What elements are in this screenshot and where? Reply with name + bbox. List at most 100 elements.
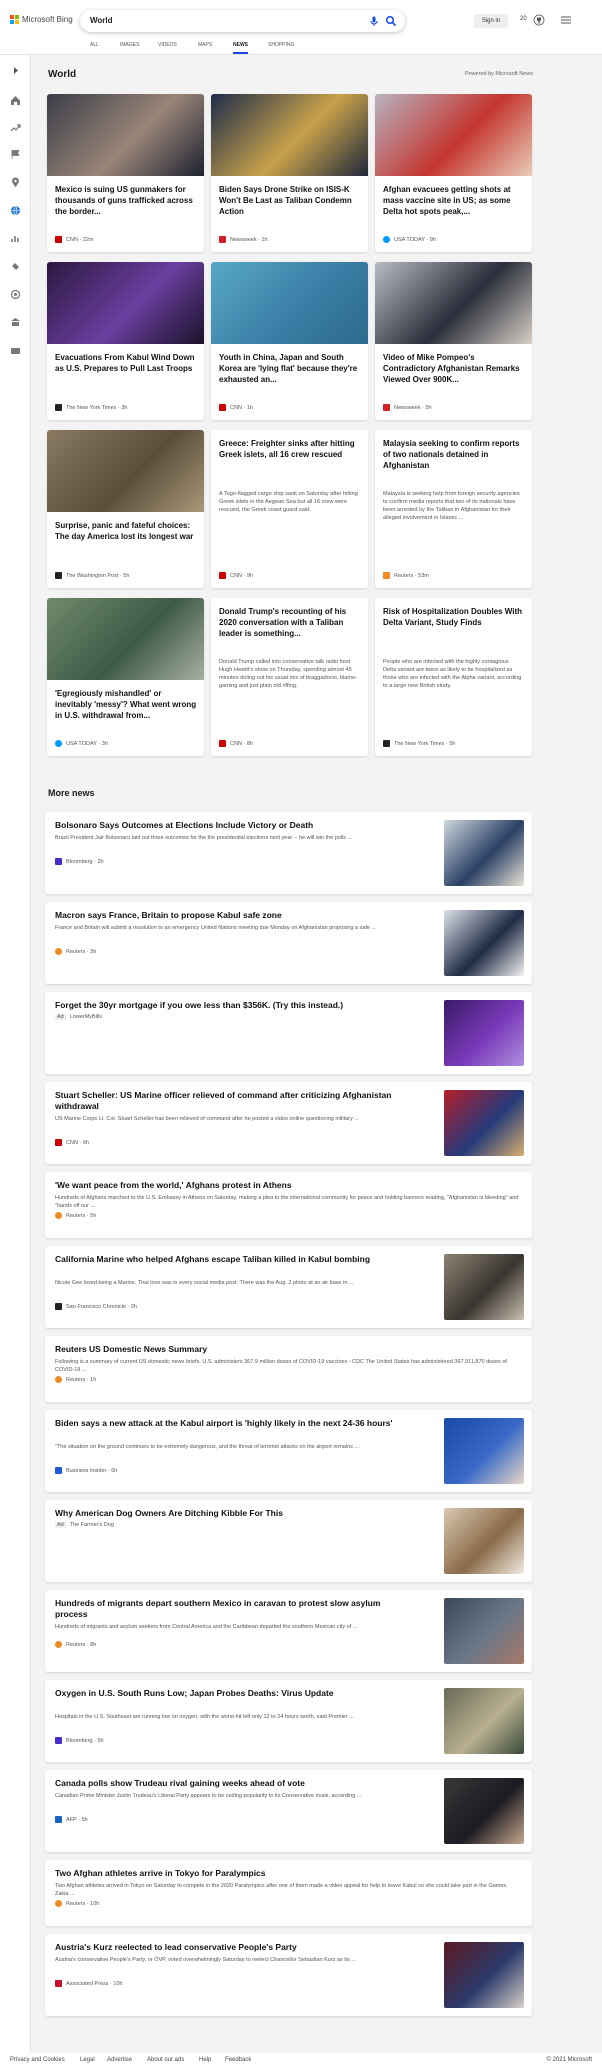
news-row[interactable]: Bolsonaro Says Outcomes at Elections Inc… — [45, 812, 532, 894]
row-thumbnail[interactable] — [444, 1418, 524, 1484]
news-row[interactable]: Austria's Kurz reelected to lead conserv… — [45, 1934, 532, 2016]
card-source[interactable]: USA TODAY · 9h — [383, 236, 436, 243]
news-card[interactable]: 'Egregiously mishandled' or inevitably '… — [47, 598, 204, 756]
footer-link[interactable]: About our ads — [147, 2057, 184, 2063]
news-card[interactable]: Video of Mike Pompeo's Contradictory Afg… — [375, 262, 532, 420]
card-source[interactable]: Reuters · 53m — [383, 572, 429, 579]
expand-icon[interactable] — [10, 65, 21, 76]
flag-icon[interactable] — [10, 149, 21, 160]
row-source[interactable]: Reuters · 8h — [55, 1641, 96, 1648]
location-icon[interactable] — [10, 177, 21, 188]
search-icon[interactable] — [385, 15, 397, 27]
rewards-points[interactable]: 20 — [520, 16, 527, 22]
footer-link[interactable]: Privacy and Cookies — [10, 2057, 65, 2063]
card-source[interactable]: USA TODAY · 3h — [55, 740, 108, 747]
row-thumbnail[interactable] — [444, 1942, 524, 2008]
card-image[interactable] — [211, 262, 368, 344]
row-thumbnail[interactable] — [444, 1090, 524, 1156]
footer-link[interactable]: Help — [199, 2057, 211, 2063]
news-row[interactable]: Macron says France, Britain to propose K… — [45, 902, 532, 984]
news-row[interactable]: Stuart Scheller: US Marine officer relie… — [45, 1082, 532, 1164]
news-row[interactable]: Canada polls show Trudeau rival gaining … — [45, 1770, 532, 1852]
search-input[interactable]: World — [90, 16, 113, 25]
footer-link[interactable]: Advertise — [107, 2057, 132, 2063]
row-source[interactable]: Bloomberg · 5h — [55, 1737, 104, 1744]
row-title[interactable]: Austria's Kurz reelected to lead conserv… — [55, 1942, 400, 1953]
row-title[interactable]: 'We want peace from the world,' Afghans … — [55, 1180, 520, 1191]
card-title[interactable]: Youth in China, Japan and South Korea ar… — [219, 352, 361, 385]
row-title[interactable]: Reuters US Domestic News Summary — [55, 1344, 520, 1355]
row-source[interactable]: Reuters · 10h — [55, 1900, 99, 1907]
card-source[interactable]: Newsweek · 1h — [219, 236, 268, 243]
card-image[interactable] — [47, 598, 204, 680]
card-image[interactable] — [47, 94, 204, 176]
card-source[interactable]: CNN · 9h — [219, 572, 253, 579]
card-title[interactable]: Surprise, panic and fateful choices: The… — [55, 520, 197, 542]
tab-images[interactable]: IMAGES — [120, 42, 139, 48]
card-title[interactable]: Risk of Hospitalization Doubles With Del… — [383, 606, 525, 628]
card-title[interactable]: Biden Says Drone Strike on ISIS-K Won't … — [219, 184, 361, 217]
card-image[interactable] — [211, 94, 368, 176]
row-source[interactable]: Reuters · 1h — [55, 1376, 96, 1383]
row-thumbnail[interactable] — [444, 1508, 524, 1574]
row-title[interactable]: Two Afghan athletes arrive in Tokyo for … — [55, 1868, 520, 1879]
news-card[interactable]: Risk of Hospitalization Doubles With Del… — [375, 598, 532, 756]
card-title[interactable]: Donald Trump's recounting of his 2020 co… — [219, 606, 361, 639]
bing-logo[interactable]: Microsoft Bing — [10, 15, 73, 24]
card-image[interactable] — [47, 430, 204, 512]
card-title[interactable]: Greece: Freighter sinks after hitting Gr… — [219, 438, 361, 460]
row-thumbnail[interactable] — [444, 910, 524, 976]
row-thumbnail[interactable] — [444, 1254, 524, 1320]
tab-shopping[interactable]: SHOPPING — [268, 42, 294, 48]
row-thumbnail[interactable] — [444, 1000, 524, 1066]
card-title[interactable]: Mexico is suing US gunmakers for thousan… — [55, 184, 197, 217]
row-source[interactable]: Reuters · 3h — [55, 948, 96, 955]
tab-news[interactable]: NEWS — [233, 42, 248, 54]
footer-link[interactable]: Legal — [80, 2057, 95, 2063]
row-source[interactable]: San Francisco Chronicle · 2h — [55, 1303, 137, 1310]
sign-in-button[interactable]: Sign in — [474, 14, 508, 28]
card-source[interactable]: The New York Times · 5h — [383, 740, 455, 747]
row-title[interactable]: Bolsonaro Says Outcomes at Elections Inc… — [55, 820, 400, 831]
search-box[interactable]: World — [80, 10, 405, 32]
card-source[interactable]: The Washington Post · 5h — [55, 572, 129, 579]
row-title[interactable]: California Marine who helped Afghans esc… — [55, 1254, 400, 1265]
card-source[interactable]: Newsweek · 5h — [383, 404, 432, 411]
tab-videos[interactable]: VIDEOS — [158, 42, 177, 48]
row-title[interactable]: Biden says a new attack at the Kabul air… — [55, 1418, 400, 1429]
news-card[interactable]: Greece: Freighter sinks after hitting Gr… — [211, 430, 368, 588]
ad-source[interactable]: Ad The Farmer's Dog — [55, 1522, 114, 1528]
menu-icon[interactable] — [561, 16, 571, 24]
news-row[interactable]: Reuters US Domestic News Summary Followin… — [45, 1336, 532, 1402]
ad-row[interactable]: Why American Dog Owners Are Ditching Kib… — [45, 1500, 532, 1582]
news-row[interactable]: Two Afghan athletes arrive in Tokyo for … — [45, 1860, 532, 1926]
world-icon[interactable] — [10, 205, 21, 216]
row-title[interactable]: Stuart Scheller: US Marine officer relie… — [55, 1090, 400, 1112]
row-thumbnail[interactable] — [444, 1688, 524, 1754]
business-icon[interactable] — [10, 233, 21, 244]
footer-link[interactable]: Feedback — [225, 2057, 251, 2063]
row-title[interactable]: Why American Dog Owners Are Ditching Kib… — [55, 1508, 400, 1519]
news-card[interactable]: Afghan evacuees getting shots at mass va… — [375, 94, 532, 252]
microphone-icon[interactable] — [368, 15, 380, 27]
news-card[interactable]: Evacuations From Kabul Wind Down as U.S.… — [47, 262, 204, 420]
news-row[interactable]: 'We want peace from the world,' Afghans … — [45, 1172, 532, 1238]
card-title[interactable]: Evacuations From Kabul Wind Down as U.S.… — [55, 352, 197, 374]
card-title[interactable]: Afghan evacuees getting shots at mass va… — [383, 184, 525, 217]
row-source[interactable]: Business Insider · 6h — [55, 1467, 117, 1474]
row-title[interactable]: Macron says France, Britain to propose K… — [55, 910, 400, 921]
row-source[interactable]: CNN · 6h — [55, 1139, 89, 1146]
news-card[interactable]: Youth in China, Japan and South Korea ar… — [211, 262, 368, 420]
row-source[interactable]: Associated Press · 10h — [55, 1980, 123, 1987]
row-title[interactable]: Forget the 30yr mortgage if you owe less… — [55, 1000, 400, 1011]
card-title[interactable]: Video of Mike Pompeo's Contradictory Afg… — [383, 352, 525, 385]
rewards-trophy-icon[interactable] — [533, 14, 545, 26]
card-source[interactable]: CNN · 8h — [219, 740, 253, 747]
entertainment-icon[interactable] — [10, 289, 21, 300]
row-source[interactable]: Reuters · 5h — [55, 1212, 96, 1219]
ad-row[interactable]: Forget the 30yr mortgage if you owe less… — [45, 992, 532, 1074]
row-title[interactable]: Canada polls show Trudeau rival gaining … — [55, 1778, 400, 1789]
row-title[interactable]: Hundreds of migrants depart southern Mex… — [55, 1598, 400, 1620]
news-card[interactable]: Malaysia seeking to confirm reports of t… — [375, 430, 532, 588]
card-image[interactable] — [375, 94, 532, 176]
